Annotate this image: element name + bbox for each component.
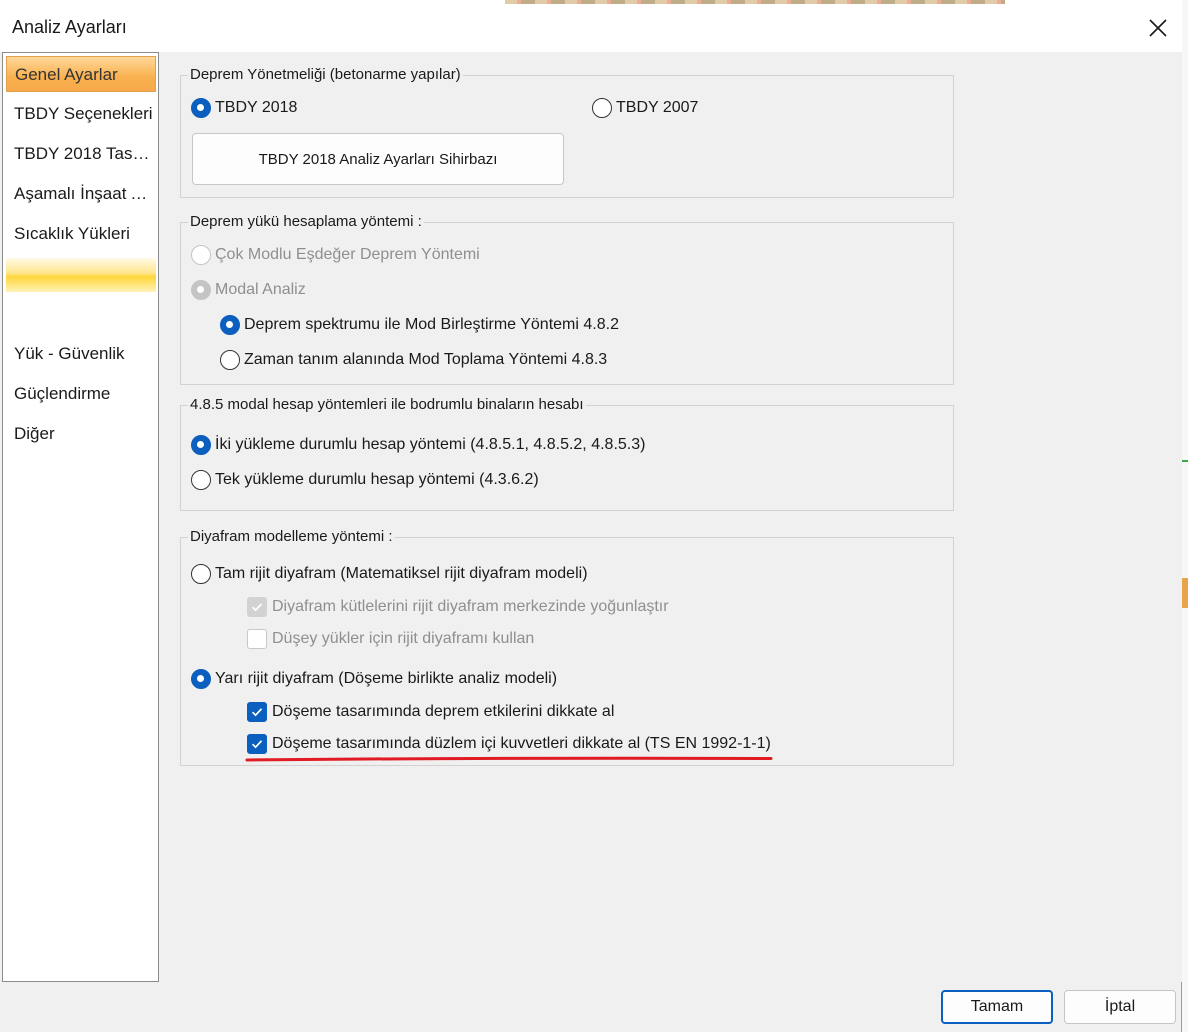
option-label: Döşeme tasarımında düzlem içi kuvvetleri… — [272, 735, 771, 752]
radio-indicator[interactable] — [220, 350, 240, 370]
option-label: Döşeme tasarımında deprem etkilerini dik… — [272, 703, 615, 720]
nav-item-strengthening[interactable]: Güçlendirme — [6, 376, 156, 412]
close-icon — [1149, 19, 1167, 37]
load-method-group: Deprem yükü hesaplama yöntemi : Çok Modl… — [180, 213, 954, 385]
option-label: Tam rijit diyafram (Matematiksel rijit d… — [215, 565, 588, 582]
nav-item-staged-construction[interactable]: Aşamalı İnşaat Analizi — [6, 176, 156, 212]
radio-tbdy-2007[interactable]: TBDY 2007 — [592, 98, 698, 118]
nav-item-general[interactable]: Genel Ayarlar — [6, 56, 156, 92]
radio-indicator[interactable] — [592, 98, 612, 118]
radio-indicator[interactable] — [220, 315, 240, 335]
title-bar: Analiz Ayarları — [0, 0, 1182, 52]
nav-item-tbdy2018-design[interactable]: TBDY 2018 Tasarım Ayarları — [6, 136, 156, 172]
nav-item-tbdy-options[interactable]: TBDY Seçenekleri — [6, 96, 156, 132]
checkmark-icon — [251, 708, 263, 717]
dialog-title: Analiz Ayarları — [12, 17, 127, 37]
checkmark-icon — [251, 603, 263, 612]
tbdy2018-wizard-button[interactable]: TBDY 2018 Analiz Ayarları Sihirbazı — [192, 133, 564, 185]
checkbox-slab-earthquake-effects[interactable]: Döşeme tasarımında deprem etkilerini dik… — [247, 702, 614, 722]
analysis-settings-dialog: Analiz Ayarları Genel Ayarlar TBDY Seçen… — [0, 0, 1182, 1032]
checkbox-indicator[interactable] — [247, 597, 267, 617]
settings-content: Deprem Yönetmeliği (betonarme yapılar) T… — [163, 52, 1182, 982]
group-title: 4.8.5 modal hesap yöntemleri ile bodruml… — [188, 396, 586, 413]
option-label: TBDY 2007 — [616, 99, 699, 116]
background-app-edge — [1182, 0, 1188, 1032]
checkbox-slab-inplane-forces[interactable]: Döşeme tasarımında düzlem içi kuvvetleri… — [247, 734, 771, 754]
nav-item-temperature-loads[interactable]: Sıcaklık Yükleri — [6, 216, 156, 252]
radio-indicator[interactable] — [191, 245, 211, 265]
checkbox-lump-mass[interactable]: Diyafram kütlelerini rijit diyafram merk… — [247, 597, 669, 617]
background-app-strip — [505, 0, 1005, 4]
radio-modal-analysis[interactable]: Modal Analiz — [191, 280, 306, 300]
option-label: Çok Modlu Eşdeğer Deprem Yöntemi — [215, 246, 480, 263]
checkbox-vertical-loads[interactable]: Düşey yükler için rijit diyaframı kullan — [247, 629, 534, 649]
cancel-button[interactable]: İptal — [1064, 990, 1176, 1024]
option-label: TBDY 2018 — [215, 99, 298, 116]
earthquake-code-group: Deprem Yönetmeliği (betonarme yapılar) T… — [180, 66, 954, 198]
radio-indicator[interactable] — [191, 564, 211, 584]
checkbox-indicator[interactable] — [247, 734, 267, 754]
radio-time-domain-method[interactable]: Zaman tanım alanında Mod Toplama Yöntemi… — [220, 350, 607, 370]
nav-item-other[interactable]: Diğer — [6, 416, 156, 452]
group-title: Diyafram modelleme yöntemi : — [188, 528, 395, 545]
option-label: İki yükleme durumlu hesap yöntemi (4.8.5… — [215, 436, 646, 453]
settings-nav: Genel Ayarlar TBDY Seçenekleri TBDY 2018… — [2, 52, 159, 982]
radio-rigid-diaphragm[interactable]: Tam rijit diyafram (Matematiksel rijit d… — [191, 564, 588, 584]
radio-indicator[interactable] — [191, 435, 211, 455]
radio-spectrum-method[interactable]: Deprem spektrumu ile Mod Birleştirme Yön… — [220, 315, 619, 335]
group-title: Deprem yükü hesaplama yöntemi : — [188, 213, 424, 230]
radio-indicator[interactable] — [191, 98, 211, 118]
background-mark — [1182, 460, 1188, 462]
radio-one-load-case[interactable]: Tek yükleme durumlu hesap yöntemi (4.3.6… — [191, 470, 539, 490]
checkmark-icon — [251, 740, 263, 749]
option-label: Zaman tanım alanında Mod Toplama Yöntemi… — [244, 351, 608, 368]
option-label: Modal Analiz — [215, 281, 306, 298]
background-mark — [1182, 578, 1188, 608]
option-label: Diyafram kütlelerini rijit diyafram merk… — [272, 598, 669, 615]
checkbox-indicator[interactable] — [247, 702, 267, 722]
radio-indicator[interactable] — [191, 470, 211, 490]
radio-tbdy-2018[interactable]: TBDY 2018 — [191, 98, 297, 118]
radio-semi-rigid-diaphragm[interactable]: Yarı rijit diyafram (Döşeme birlikte ana… — [191, 669, 557, 689]
option-label: Deprem spektrumu ile Mod Birleştirme Yön… — [244, 316, 619, 333]
radio-indicator[interactable] — [191, 669, 211, 689]
option-label: Tek yükleme durumlu hesap yöntemi (4.3.6… — [215, 471, 539, 488]
option-label: Düşey yükler için rijit diyaframı kullan — [272, 630, 535, 647]
nav-item-load-safety[interactable]: Yük - Güvenlik — [6, 336, 156, 372]
red-annotation-underline — [245, 756, 773, 762]
diaphragm-group: Diyafram modelleme yöntemi : Tam rijit d… — [180, 528, 954, 766]
radio-equivalent-method[interactable]: Çok Modlu Eşdeğer Deprem Yöntemi — [191, 245, 480, 265]
radio-two-load-case[interactable]: İki yükleme durumlu hesap yöntemi (4.8.5… — [191, 435, 645, 455]
basement-method-group: 4.8.5 modal hesap yöntemleri ile bodruml… — [180, 396, 954, 511]
option-label: Yarı rijit diyafram (Döşeme birlikte ana… — [215, 670, 558, 687]
radio-indicator[interactable] — [191, 280, 211, 300]
nav-highlight-band — [6, 258, 156, 292]
ok-button[interactable]: Tamam — [941, 990, 1053, 1024]
checkbox-indicator[interactable] — [247, 629, 267, 649]
group-title: Deprem Yönetmeliği (betonarme yapılar) — [188, 66, 463, 83]
close-button[interactable] — [1138, 8, 1178, 48]
